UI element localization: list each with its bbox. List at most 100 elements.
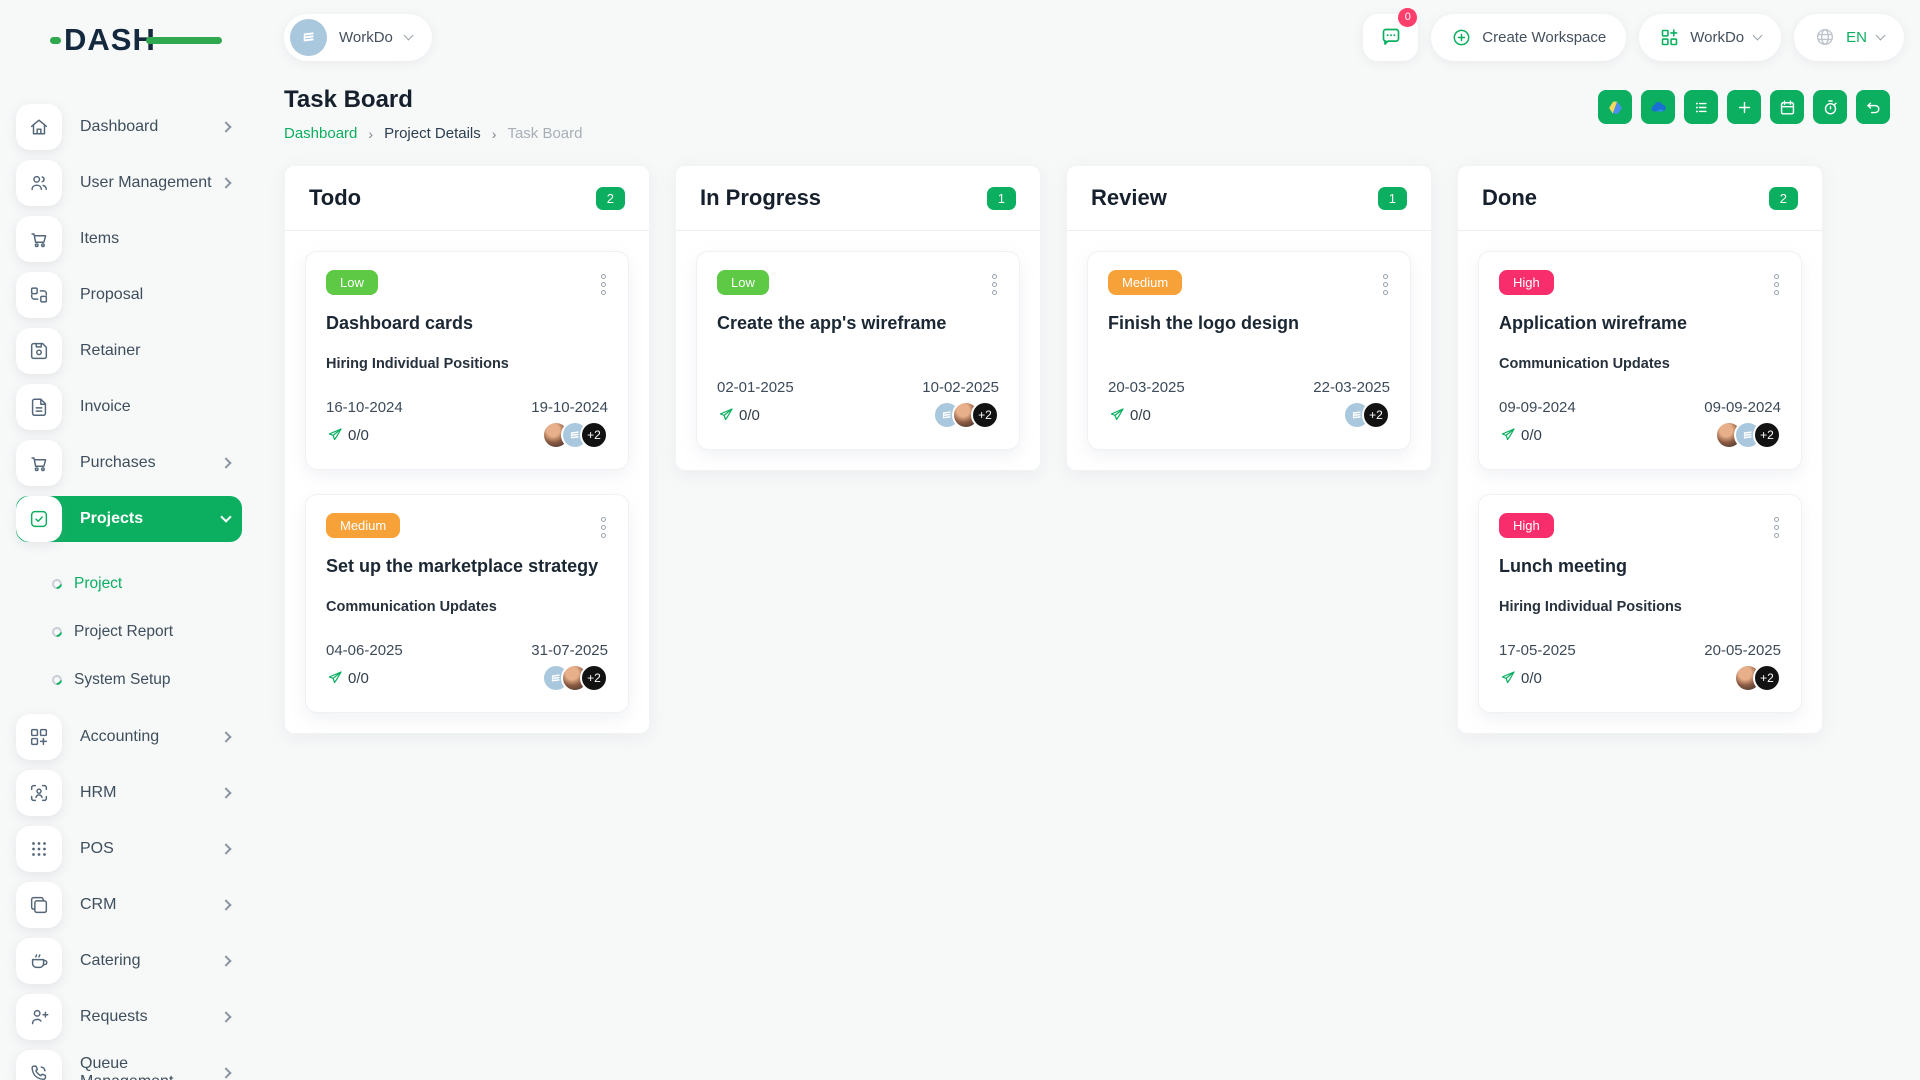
column-title: In Progress [700,185,822,210]
more-members-badge[interactable]: +2 [1362,401,1390,429]
page-header: Task Board Dashboard › Project Details ›… [258,62,1920,142]
workspace-selector[interactable]: WorkDo [284,13,432,61]
submenu-item-project[interactable]: Project [49,560,242,608]
sidebar-item-dashboard[interactable]: Dashboard [16,104,242,150]
sidebar-item-pos[interactable]: POS [16,826,242,872]
priority-badge: Low [717,270,769,295]
breadcrumb-dashboard[interactable]: Dashboard [284,125,357,142]
sidebar-item-hrm[interactable]: HRM [16,770,242,816]
column-title: Done [1482,185,1537,210]
task-card[interactable]: Medium Set up the marketplace strategy C… [305,494,629,713]
column-header: In Progress 1 [676,166,1040,231]
sidebar-item-proposal[interactable]: Proposal [16,272,242,318]
circle-plus-icon [1453,29,1470,45]
column-count-badge: 2 [1768,186,1798,210]
users-icon [16,160,62,206]
home-icon [16,104,62,150]
list-view-button[interactable] [1684,90,1718,124]
card-menu-button[interactable] [990,270,999,299]
google-drive-icon [1608,101,1622,113]
submenu-bullet-icon [49,624,65,640]
workspace-name: WorkDo [339,28,393,46]
sidebar-item-queue-management[interactable]: Queue Management [16,1050,242,1080]
sidebar-item-purchases[interactable]: Purchases [16,440,242,486]
more-members-badge[interactable]: +2 [580,421,608,449]
chevron-right-icon [220,731,232,743]
task-start-date: 02-01-2025 [717,379,794,396]
more-members-badge[interactable]: +2 [580,664,608,692]
task-card[interactable]: Low Create the app's wireframe 02-01-202… [696,251,1020,450]
logo-text: DASH [64,22,156,57]
messages-count-badge: 0 [1398,7,1418,27]
more-members-badge[interactable]: +2 [1753,421,1781,449]
card-menu-button[interactable] [599,513,608,542]
onedrive-icon [1651,101,1666,111]
coffee-icon [16,938,62,984]
sidebar-item-invoice[interactable]: Invoice [16,384,242,430]
language-selector[interactable]: EN [1794,13,1904,61]
sidebar-item-accounting[interactable]: Accounting [16,714,242,760]
task-end-date: 22-03-2025 [1313,379,1390,396]
subtask-progress: 0/0 [717,406,760,424]
submenu-item-project-report[interactable]: Project Report [49,608,242,656]
column-in-progress: In Progress 1 Low Create the app's wiref… [675,165,1041,471]
task-milestone: Communication Updates [326,599,497,615]
card-menu-button[interactable] [1772,513,1781,542]
sidebar-item-retainer[interactable]: Retainer [16,328,242,374]
sidebar-item-catering[interactable]: Catering [16,938,242,984]
task-title[interactable]: Set up the marketplace strategy [326,556,608,577]
column-body: Low Create the app's wireframe 02-01-202… [676,231,1040,470]
task-end-date: 19-10-2024 [531,399,608,416]
sidebar-item-requests[interactable]: Requests [16,994,242,1040]
subtask-progress: 0/0 [326,426,369,444]
task-title[interactable]: Application wireframe [1499,313,1781,334]
more-members-badge[interactable]: +2 [1753,664,1781,692]
plus-icon [1738,101,1750,113]
task-dates: 09-09-2024 09-09-2024 [1499,399,1781,416]
onedrive-button[interactable] [1641,90,1675,124]
chevron-down-icon [1875,30,1886,41]
page-header-left: Task Board Dashboard › Project Details ›… [284,86,582,142]
breadcrumb-project-details[interactable]: Project Details [384,125,481,142]
google-drive-button[interactable] [1598,90,1632,124]
timer-button[interactable] [1813,90,1847,124]
sidebar-item-projects[interactable]: Projects [16,496,242,542]
task-title[interactable]: Finish the logo design [1108,313,1390,334]
create-workspace-button[interactable]: Create Workspace [1431,13,1627,61]
submenu-item-system-setup[interactable]: System Setup [49,656,242,704]
task-card[interactable]: High Lunch meeting Hiring Individual Pos… [1478,494,1802,713]
task-card[interactable]: Medium Finish the logo design 20-03-2025… [1087,251,1411,450]
breadcrumb-separator: › [368,125,374,142]
workspace-menu-button[interactable]: WorkDo [1639,13,1782,61]
task-title[interactable]: Dashboard cards [326,313,608,334]
board-toolbar [1598,90,1890,124]
calendar-button[interactable] [1770,90,1804,124]
sidebar-item-crm[interactable]: CRM [16,882,242,928]
brand-logo[interactable]: DASH [50,22,222,58]
logo-dash-accent [50,37,61,44]
task-title[interactable]: Lunch meeting [1499,556,1781,577]
card-menu-button[interactable] [1772,270,1781,299]
task-end-date: 09-09-2024 [1704,399,1781,416]
messages-button[interactable]: 0 [1363,7,1419,61]
task-title[interactable]: Create the app's wireframe [717,313,999,334]
chevron-down-icon [403,30,414,41]
breadcrumb: Dashboard › Project Details › Task Board [284,125,582,142]
task-card[interactable]: High Application wireframe Communication… [1478,251,1802,470]
list-icon [1695,102,1707,112]
add-task-button[interactable] [1727,90,1761,124]
card-menu-button[interactable] [599,270,608,299]
kanban-board: Todo 2 Low Dashboard cards Hiring Indivi… [258,142,1920,734]
task-milestone: Hiring Individual Positions [1499,599,1682,615]
chevron-right-icon [220,843,232,855]
more-members-badge[interactable]: +2 [971,401,999,429]
calendar-icon [1780,99,1794,115]
task-milestone: Communication Updates [1499,356,1670,372]
sidebar-item-items[interactable]: Items [16,216,242,262]
topbar-right: 0 Create Workspace WorkDo EN [1363,7,1904,61]
task-card[interactable]: Low Dashboard cards Hiring Individual Po… [305,251,629,470]
task-dates: 17-05-2025 20-05-2025 [1499,642,1781,659]
back-button[interactable] [1856,90,1890,124]
card-menu-button[interactable] [1381,270,1390,299]
sidebar-item-user-management[interactable]: User Management [16,160,242,206]
